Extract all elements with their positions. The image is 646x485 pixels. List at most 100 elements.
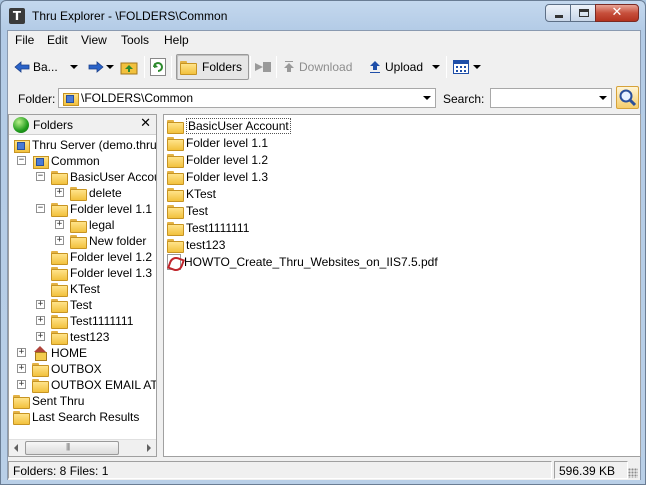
tree-node[interactable]: Last Search Results [13, 409, 139, 425]
move-icon [255, 62, 271, 72]
maximize-button[interactable] [570, 4, 596, 22]
toolbar-separator [171, 56, 172, 78]
tree-node-label: Test [70, 298, 93, 312]
expand-icon[interactable]: + [17, 364, 26, 373]
folders-toggle-button[interactable]: Folders [176, 54, 250, 80]
search-combo[interactable] [490, 88, 612, 108]
scrollbar-thumb[interactable] [25, 441, 119, 455]
tree-node-label: BasicUser Accoun [70, 170, 156, 184]
forward-history-dropdown[interactable] [106, 54, 114, 80]
folder-tree-pane: Folders ✕ Thru Server (demo.thruinc−Comm… [8, 114, 157, 457]
menu-tools[interactable]: Tools [119, 33, 151, 47]
file-name: Folder level 1.1 [186, 136, 269, 150]
tree-node[interactable]: − Folder level 1.1 [36, 201, 152, 217]
tree-node[interactable]: + OUTBOX EMAIL ATT [17, 377, 156, 393]
menu-help[interactable]: Help [162, 33, 191, 47]
file-list-item[interactable]: Folder level 1.3 [167, 169, 268, 185]
collapse-icon[interactable]: − [17, 156, 26, 165]
expand-icon[interactable]: + [36, 316, 45, 325]
tree-node-label: OUTBOX [51, 362, 102, 376]
folder-icon [70, 219, 87, 233]
back-arrow-icon [14, 61, 30, 73]
expand-icon[interactable]: + [55, 220, 64, 229]
tree-node-label: delete [89, 186, 122, 200]
file-list-item[interactable]: test123 [167, 237, 225, 253]
file-name: KTest [186, 187, 217, 201]
search-icon [619, 89, 637, 107]
close-icon: ✕ [611, 5, 623, 20]
collapse-icon[interactable]: − [36, 204, 45, 213]
expand-icon[interactable]: + [55, 188, 64, 197]
file-name: Folder level 1.2 [186, 153, 269, 167]
folder-icon [167, 205, 184, 219]
folder-icon [51, 203, 68, 217]
file-list-item[interactable]: BasicUser Account [167, 118, 291, 134]
tree-node-label: Common [51, 154, 100, 168]
file-list-item[interactable]: Folder level 1.1 [167, 135, 268, 151]
back-button[interactable]: Ba... [14, 54, 58, 80]
file-list-item[interactable]: KTest [167, 186, 216, 202]
expand-icon[interactable]: + [55, 236, 64, 245]
back-history-dropdown[interactable] [70, 54, 78, 80]
folder-icon [32, 379, 49, 393]
expand-icon[interactable]: + [17, 348, 26, 357]
close-window-button[interactable]: ✕ [595, 4, 639, 22]
tree-node[interactable]: + New folder [55, 233, 146, 249]
expand-icon[interactable]: + [17, 380, 26, 389]
file-list-item[interactable]: Test [167, 203, 208, 219]
tree-node[interactable]: + Test [36, 297, 93, 313]
file-list-item[interactable]: Folder level 1.2 [167, 152, 268, 168]
tree-node[interactable]: − BasicUser Accoun [36, 169, 156, 185]
horizontal-scrollbar[interactable] [9, 439, 156, 456]
folder-pane-header: Folders ✕ [9, 115, 156, 135]
scroll-left-icon[interactable] [14, 444, 18, 452]
tree-node-label: KTest [70, 282, 101, 296]
expand-icon[interactable]: + [36, 332, 45, 341]
tree-node[interactable]: + HOME [17, 345, 87, 361]
view-mode-button[interactable] [453, 54, 481, 80]
folder-icon [51, 299, 68, 313]
upload-button[interactable]: Upload [368, 54, 423, 80]
tree-node[interactable]: Sent Thru [13, 393, 84, 409]
minimize-button[interactable] [545, 4, 571, 22]
search-button[interactable] [616, 86, 639, 109]
file-list-item[interactable]: HOWTO_Create_Thru_Websites_on_IIS7.5.pdf [167, 254, 438, 270]
app-icon: T [9, 8, 25, 24]
tree-node[interactable]: + legal [55, 217, 114, 233]
chevron-down-icon [423, 96, 431, 100]
menu-view[interactable]: View [79, 33, 109, 47]
close-pane-icon[interactable]: ✕ [140, 116, 151, 131]
tree-node[interactable]: KTest [51, 281, 100, 297]
download-button[interactable]: Download [282, 54, 352, 80]
toolbar-separator [276, 56, 277, 78]
expand-icon[interactable]: + [36, 300, 45, 309]
move-button[interactable] [254, 54, 272, 80]
folder-path-combo[interactable]: \FOLDERS\Common [58, 88, 436, 108]
menu-file[interactable]: File [13, 33, 36, 47]
folder-icon [51, 283, 68, 297]
menu-edit[interactable]: Edit [45, 33, 70, 47]
up-folder-button[interactable] [120, 54, 138, 80]
tree-node[interactable]: Thru Server (demo.thruinc [13, 137, 156, 153]
folder-icon [51, 315, 68, 329]
upload-options-dropdown[interactable] [432, 54, 440, 80]
download-icon [284, 61, 294, 72]
tree-node[interactable]: + delete [55, 185, 122, 201]
scroll-right-icon[interactable] [147, 444, 151, 452]
tree-node-label: Sent Thru [32, 394, 85, 408]
download-button-label: Download [299, 60, 353, 74]
search-label: Search: [443, 92, 485, 106]
tree-node[interactable]: Folder level 1.3 [51, 265, 152, 281]
resize-grip-icon[interactable] [628, 468, 638, 478]
tree-node-label: Folder level 1.3 [70, 266, 153, 280]
tree-node[interactable]: + OUTBOX [17, 361, 102, 377]
tree-node[interactable]: + test123 [36, 329, 109, 345]
collapse-icon[interactable]: − [36, 172, 45, 181]
forward-button[interactable] [88, 54, 104, 80]
refresh-button[interactable] [150, 54, 166, 80]
file-list-item[interactable]: Test1111111 [167, 220, 249, 236]
tree-node[interactable]: − Common [17, 153, 100, 169]
tree-node[interactable]: + Test1111111 [36, 313, 133, 329]
title-bar[interactable]: T Thru Explorer - \FOLDERS\Common ✕ [1, 1, 645, 31]
tree-node[interactable]: Folder level 1.2 [51, 249, 152, 265]
